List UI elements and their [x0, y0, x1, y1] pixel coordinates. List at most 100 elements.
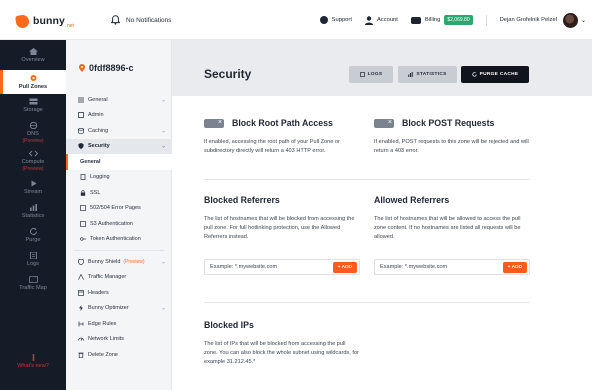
billing-link[interactable]: Billing $2,069.80 [410, 15, 473, 25]
blocked-ips-title: Blocked IPs [204, 320, 254, 330]
chart-icon [29, 204, 37, 211]
allowed-referrers-input[interactable]: Example: *.mywebsite.com + ADD [374, 259, 530, 275]
support-link[interactable]: Support [319, 16, 352, 24]
menu-bunny-optimizer[interactable]: Bunny Optimizer ⌄ [66, 301, 172, 317]
menu-admin[interactable]: Admin [66, 108, 172, 124]
statistics-button[interactable]: Statistics [398, 66, 457, 83]
nav-label: Logs [26, 261, 40, 267]
support-label: Support [331, 17, 352, 23]
menu-network-limits[interactable]: Network Limits [66, 332, 172, 348]
menu-label: Bunny Shield [88, 258, 121, 265]
nav-statistics[interactable]: Statistics [0, 204, 66, 224]
menu-label: Security [88, 143, 110, 150]
menu-headers[interactable]: Headers [66, 285, 172, 301]
bunny-logo[interactable]: bunny net [14, 13, 74, 29]
nav-traffic-map[interactable]: Traffic Map [0, 276, 66, 296]
play-icon [31, 180, 36, 187]
gift-icon [32, 354, 34, 361]
menu-traffic-manager[interactable]: Traffic Manager [66, 270, 172, 286]
purge-cache-button[interactable]: Purge Cache [461, 66, 529, 83]
menu-label: Token Authentication [90, 236, 141, 243]
file-icon [80, 174, 86, 181]
menu-label: Network Limits [88, 336, 125, 343]
logo-text: bunny [33, 15, 65, 27]
block-post-toggle[interactable] [374, 118, 394, 128]
menu-label: General [88, 96, 108, 103]
block-root-path-toggle[interactable] [204, 118, 224, 128]
purge-cache-button-label: Purge Cache [479, 72, 519, 77]
chevron-down-icon: ⌄ [160, 128, 166, 135]
blocked-referrers-add-button[interactable]: + ADD [332, 261, 357, 273]
nav-whats-new[interactable]: What's new? [0, 354, 66, 378]
nav-compute[interactable]: Compute (Preview) [0, 150, 66, 176]
rules-icon [78, 321, 84, 327]
menu-label: Delete Zone [88, 351, 118, 358]
menu-label: Bunny Optimizer [88, 305, 129, 312]
bell-icon [111, 15, 120, 25]
block-post-section: Block POST Requests If enabled, POST req… [374, 118, 539, 156]
menu-general[interactable]: General ⌄ [66, 92, 172, 108]
menu-label: Logging [90, 174, 110, 181]
avatar[interactable] [562, 12, 578, 28]
menu-delete-zone[interactable]: Delete Zone [66, 347, 172, 363]
page-icon [80, 205, 86, 212]
logs-icon [359, 72, 365, 77]
username[interactable]: Dejan Grofelnik Pelzel [500, 17, 557, 23]
nav-purge[interactable]: Purge [0, 228, 66, 248]
nav-label: DNS [27, 131, 39, 137]
menu-caching[interactable]: Caching ⌄ [66, 123, 172, 139]
notifications-button[interactable]: No Notifications [111, 15, 172, 25]
nav-label: Pull Zones [18, 84, 48, 90]
menu-bunny-shield[interactable]: Bunny Shield (Preview) ⌄ [66, 254, 172, 270]
nav-pull-zones[interactable]: Pull Zones [0, 70, 66, 94]
key-icon [80, 237, 86, 241]
submenu-logging[interactable]: Logging [66, 170, 172, 186]
submenu-token-auth[interactable]: Token Authentication [66, 232, 172, 248]
nav-label: Storage [23, 107, 43, 113]
storage-icon [29, 98, 37, 105]
balance-badge: $2,069.80 [444, 15, 473, 25]
nav-logs[interactable]: Logs [0, 252, 66, 272]
submenu-error-pages[interactable]: 502/504 Error Pages [66, 201, 172, 217]
nav-label: Traffic Map [19, 285, 47, 291]
menu-security[interactable]: Security ⌄ [66, 138, 172, 154]
zone-menu: General ⌄ Admin Caching ⌄ Security ⌄ Gen… [66, 92, 172, 363]
account-link[interactable]: Account [364, 15, 398, 25]
menu-label: Headers [88, 289, 109, 296]
nav-storage[interactable]: Storage [0, 98, 66, 118]
logo-suffix: net [67, 23, 74, 29]
refresh-icon [29, 228, 37, 235]
nav-stream[interactable]: Stream [0, 180, 66, 200]
preview-tag: (Preview) [123, 258, 145, 265]
nav-dns[interactable]: DNS (Preview) [0, 122, 66, 148]
menu-label: General [80, 158, 101, 165]
logs-button[interactable]: Logs [349, 66, 393, 83]
lock-icon [80, 190, 86, 196]
menu-label: Admin [88, 112, 104, 119]
code-icon [28, 150, 38, 157]
menu-edge-rules[interactable]: Edge Rules [66, 316, 172, 332]
chevron-down-icon[interactable]: ⌄ [581, 17, 586, 24]
menu-label: Edge Rules [88, 320, 117, 327]
nav-overview[interactable]: Overview [0, 44, 66, 68]
submenu-general[interactable]: General [66, 154, 172, 170]
refresh-icon [471, 72, 477, 77]
submenu-ssl[interactable]: SSL [66, 185, 172, 201]
submenu-s3-auth[interactable]: S3 Authentication [66, 216, 172, 232]
gauge-icon [78, 337, 84, 341]
allowed-referrers-title: Allowed Referrers [374, 195, 450, 205]
block-post-title: Block POST Requests [402, 118, 495, 128]
preview-tag: (Preview) [22, 138, 44, 144]
main-nav: Overview Pull Zones Storage DNS (Preview… [0, 40, 66, 390]
menu-label: 502/504 Error Pages [90, 205, 141, 212]
billing-label: Billing [424, 17, 441, 23]
logs-button-label: Logs [367, 72, 383, 77]
block-root-path-section: Block Root Path Access If enabled, acces… [204, 118, 364, 156]
chevron-down-icon: ⌄ [160, 259, 166, 266]
list-icon [78, 97, 84, 103]
zone-title[interactable]: 0fdf8896-c [79, 63, 134, 73]
page-header: Security Logs Statistics Purge Cache [172, 40, 592, 96]
blocked-ips-section: Blocked IPs The list of IPs that will be… [204, 320, 360, 367]
blocked-referrers-input[interactable]: Example: *.mywebsite.com + ADD [204, 259, 360, 275]
allowed-referrers-add-button[interactable]: + ADD [502, 261, 527, 273]
